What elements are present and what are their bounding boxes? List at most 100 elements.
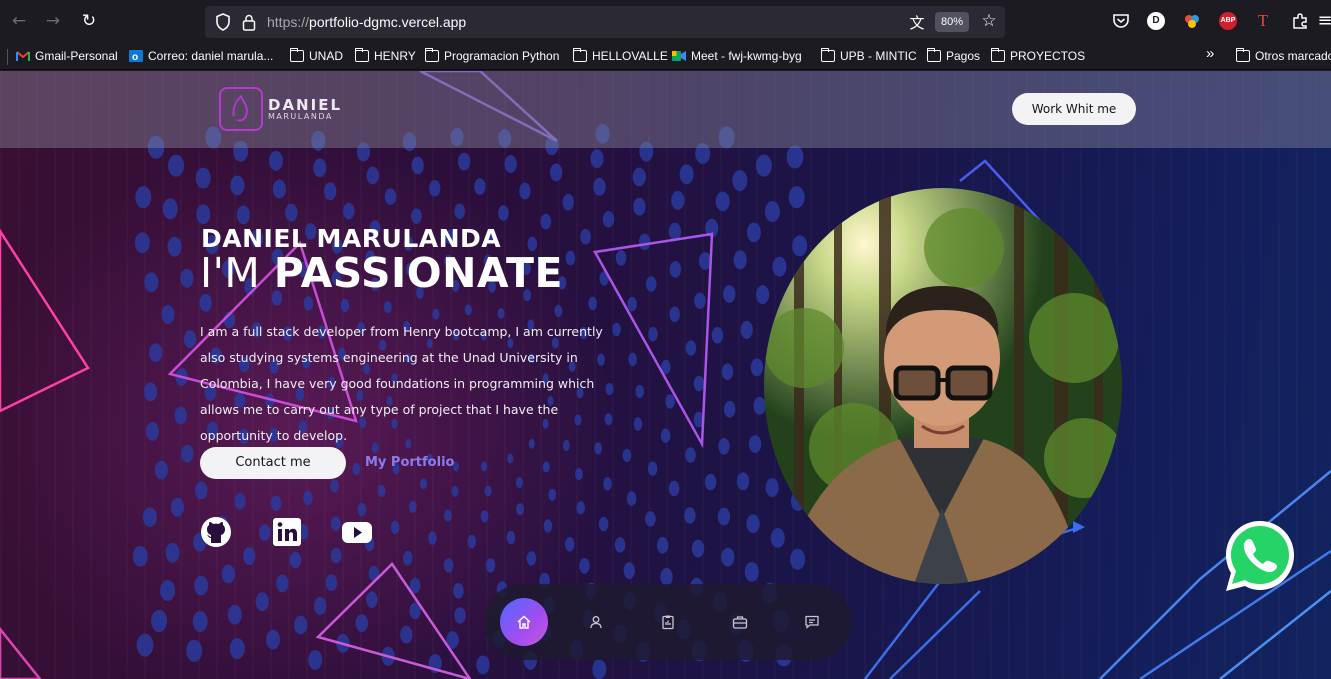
zoom-level-badge[interactable]: 80% [935,12,969,32]
background-dot [633,417,643,431]
bookmarks-overflow-icon[interactable]: » [1206,46,1214,62]
bookmark-hellovalle[interactable]: HELLOVALLE [572,47,668,64]
work-with-me-button[interactable]: Work Whit me [1012,93,1136,125]
background-dot [704,473,717,491]
background-dot [136,633,154,657]
bookmark-gmail[interactable]: Gmail-Personal [16,48,118,64]
adblock-plus-icon[interactable]: ABP [1219,12,1237,30]
background-dot [645,276,657,292]
background-dot [498,205,509,221]
profile-photo-illustration [764,188,1122,584]
background-dot [411,156,424,175]
url-text[interactable]: https://portfolio-dgmc.vercel.app [267,14,466,30]
background-dot [142,507,157,527]
background-dot [474,178,486,195]
bookmark-otros-marcadores[interactable]: Otros marcado [1235,47,1331,64]
reload-icon[interactable]: ↻ [78,10,100,32]
background-dot [588,296,597,311]
background-dot [602,211,615,228]
background-dot [770,528,785,548]
bookmark-outlook[interactable]: o Correo: daniel marula... [129,48,273,64]
app-menu-icon[interactable]: ≡ [1314,10,1331,32]
gmail-icon [16,51,30,61]
background-dot [194,575,209,596]
background-dot [355,614,368,632]
color-extension-icon[interactable] [1183,12,1201,30]
shield-icon[interactable] [215,13,231,31]
translate-icon[interactable]: 文 [907,12,927,32]
bookmark-unad[interactable]: UNAD [289,47,343,64]
address-bar[interactable]: https://portfolio-dgmc.vercel.app 文 80% … [205,6,1005,38]
chat-icon [805,615,819,629]
background-dot [691,539,705,558]
toolbar-separator [7,49,8,65]
background-dot [384,188,397,205]
dock-contact[interactable] [788,598,836,646]
home-icon [517,615,531,629]
background-dot [550,163,563,182]
background-dot [476,655,490,675]
background-dot [638,233,651,251]
background-dot [149,343,163,363]
dock-about[interactable] [572,598,620,646]
background-dot [303,296,314,311]
background-dot [792,235,808,257]
background-dot [168,154,185,177]
bookmark-programacion-python[interactable]: Programacion Python [424,47,559,64]
extension-d-icon[interactable]: D [1147,12,1165,30]
bookmark-meet[interactable]: Meet - fwj-kwmg-byg [672,48,802,64]
extensions-puzzle-icon[interactable] [1291,12,1309,30]
background-dot [183,330,197,348]
background-dot [186,639,203,663]
youtube-icon[interactable] [341,516,373,548]
background-dot [165,542,180,563]
dock-portfolio[interactable] [716,598,764,646]
background-dot [603,477,612,491]
background-dot [504,155,517,173]
background-dot [377,484,386,498]
dock-skills[interactable] [644,598,692,646]
page-viewport: DANIEL MARULANDA Work Whit me DANIEL MAR… [0,71,1331,679]
dock-home[interactable] [500,598,548,646]
background-dot [366,166,379,185]
background-dot [161,305,175,324]
background-dot [575,467,583,481]
forward-icon[interactable]: → [42,10,64,32]
background-dot [756,285,770,305]
folder-icon [1235,47,1250,62]
background-dot [562,193,574,211]
lock-icon[interactable] [241,13,257,31]
background-dot [331,516,341,531]
whatsapp-icon[interactable] [1221,517,1299,595]
background-dot [554,304,563,318]
bookmark-henry[interactable]: HENRY [354,47,416,64]
logo-icon [232,94,248,122]
background-dot [542,461,550,473]
my-portfolio-link[interactable]: My Portfolio [365,455,454,470]
background-dot [724,400,736,418]
bookmark-pagos[interactable]: Pagos [926,47,980,64]
background-dot [684,507,696,524]
bookmark-upb-mintic[interactable]: UPB - MINTIC [820,47,917,64]
bookmark-star-icon[interactable]: ☆ [979,11,999,31]
background-dot [543,519,553,533]
hero-title-prefix: I'M [200,249,274,297]
logo-mark[interactable] [219,87,263,131]
linkedin-icon[interactable] [271,516,303,548]
background-dot [443,558,454,573]
background-dot [516,503,524,516]
background-dot [330,479,339,493]
site-header: DANIEL MARULANDA Work Whit me [0,71,1331,148]
back-icon[interactable]: ← [8,10,30,32]
background-dot [746,514,760,534]
contact-me-button[interactable]: Contact me [200,447,346,479]
pocket-icon[interactable] [1112,12,1130,30]
background-dot [383,301,392,314]
bookmark-label: Gmail-Personal [35,49,118,63]
bookmark-proyectos[interactable]: PROYECTOS [990,47,1085,64]
github-icon[interactable] [200,516,232,548]
hero-title-word: PASSIONATE [273,249,563,297]
background-dot [497,308,505,319]
hero-title: I'M PASSIONATE [200,249,563,297]
extension-t-icon[interactable]: T [1254,12,1272,30]
